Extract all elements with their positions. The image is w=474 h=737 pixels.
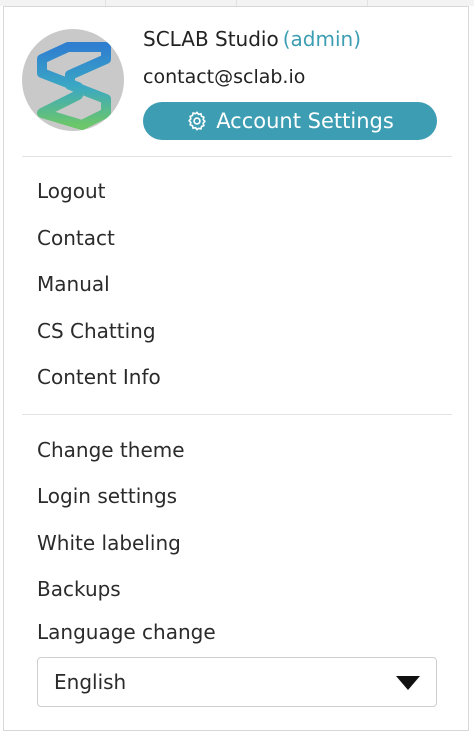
menu-item-change-theme[interactable]: Change theme <box>37 438 185 462</box>
language-selected-value: English <box>54 670 127 694</box>
menu-item-contact[interactable]: Contact <box>37 226 115 250</box>
user-email: contact@sclab.io <box>143 66 306 88</box>
sclab-logo-icon <box>37 42 111 130</box>
menu-item-white-labeling[interactable]: White labeling <box>37 531 181 555</box>
divider <box>22 156 452 157</box>
menu-item-cs-chatting[interactable]: CS Chatting <box>37 319 156 343</box>
menu-item-content-info[interactable]: Content Info <box>37 365 161 389</box>
user-role: (admin) <box>282 27 362 51</box>
menu-item-logout[interactable]: Logout <box>37 179 105 203</box>
caret-down-icon <box>396 676 420 690</box>
avatar <box>22 29 124 131</box>
gear-icon <box>186 110 208 132</box>
divider <box>22 414 452 415</box>
account-dropdown-panel: SCLAB Studio (admin) contact@sclab.io Acc… <box>3 6 469 731</box>
menu-item-manual[interactable]: Manual <box>37 272 110 296</box>
language-select[interactable]: English <box>37 657 437 707</box>
account-settings-label: Account Settings <box>216 109 394 133</box>
user-name-line: SCLAB Studio (admin) <box>143 27 361 51</box>
profile-header: SCLAB Studio (admin) contact@sclab.io Acc… <box>4 7 468 157</box>
account-settings-button[interactable]: Account Settings <box>143 102 437 140</box>
menu-item-login-settings[interactable]: Login settings <box>37 484 177 508</box>
language-change-label: Language change <box>37 620 216 644</box>
menu-item-backups[interactable]: Backups <box>37 577 121 601</box>
user-name: SCLAB Studio <box>143 27 279 51</box>
